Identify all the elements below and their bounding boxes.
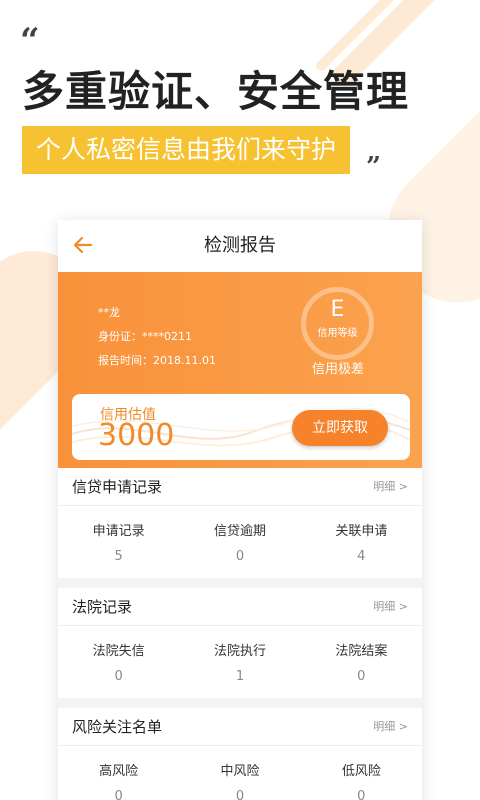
section-title: 信贷申请记录	[72, 478, 163, 496]
section-court-records: 法院记录 明细 > 法院失信 0 法院执行 1 法院结案 0	[58, 588, 422, 698]
stat-label: 中风险	[220, 764, 260, 779]
credit-grade-badge: E 信用等级	[301, 287, 374, 360]
promo-subline: 个人私密信息由我们来守护	[22, 126, 351, 174]
user-name: **龙	[98, 306, 120, 319]
stat-item: 中风险 0	[179, 746, 300, 800]
stat-value: 4	[357, 549, 366, 564]
stat-value: 0	[357, 789, 366, 800]
report-summary: **龙 身份证：****0211 报告时间：2018.11.01 E 信用等级 …	[58, 272, 422, 468]
section-divider	[58, 698, 422, 708]
credit-grade-label: 信用等级	[317, 328, 358, 339]
page-title: 检测报告	[204, 235, 276, 256]
open-quote-mark: “	[20, 21, 40, 61]
credit-grade-description: 信用极差	[311, 362, 364, 377]
stat-label: 低风险	[341, 764, 381, 779]
stat-value: 0	[235, 549, 245, 564]
stat-value: 0	[235, 789, 245, 800]
get-now-button[interactable]: 立即获取	[292, 410, 388, 446]
section-credit-applications: 信贷申请记录 明细 > 申请记录 5 信贷逾期 0 关联申请 4	[58, 468, 422, 578]
close-quote-mark: ”	[366, 152, 381, 182]
stat-label: 法院执行	[213, 644, 266, 659]
report-screen: 检测报告 **龙 身份证：****0211 报告时间：2018.11.01 E …	[58, 220, 422, 800]
stat-item: 法院结案 0	[301, 626, 422, 698]
stat-item: 信贷逾期 0	[179, 506, 300, 578]
stat-value: 0	[357, 669, 366, 684]
stat-value: 0	[114, 669, 123, 684]
stat-item: 关联申请 4	[301, 506, 422, 578]
stat-label: 关联申请	[335, 524, 388, 539]
credit-value-number: 3000	[98, 418, 175, 453]
stat-label: 高风险	[99, 764, 139, 779]
user-id-number: 身份证：****0211	[98, 330, 192, 343]
stats-row: 申请记录 5 信贷逾期 0 关联申请 4	[58, 506, 422, 578]
stats-row: 高风险 0 中风险 0 低风险 0	[58, 746, 422, 800]
section-header: 信贷申请记录 明细 >	[58, 468, 422, 506]
nav-bar: 检测报告	[58, 220, 422, 272]
stat-item: 法院失信 0	[58, 626, 179, 698]
section-title: 法院记录	[72, 598, 133, 616]
stat-value: 1	[235, 669, 245, 684]
stat-label: 申请记录	[92, 524, 145, 539]
stat-item: 法院执行 1	[179, 626, 300, 698]
credit-value-card: 信用估值 3000 立即获取	[72, 394, 410, 460]
stat-label: 信贷逾期	[213, 524, 266, 539]
stats-row: 法院失信 0 法院执行 1 法院结案 0	[58, 626, 422, 698]
details-link[interactable]: 明细 >	[373, 468, 408, 506]
stat-item: 低风险 0	[301, 746, 422, 800]
stat-value: 5	[114, 549, 123, 564]
stat-label: 法院结案	[335, 644, 388, 659]
section-divider	[58, 578, 422, 588]
section-header: 法院记录 明细 >	[58, 588, 422, 626]
credit-grade-letter: E	[330, 297, 345, 322]
stat-item: 申请记录 5	[58, 506, 179, 578]
stat-value: 0	[114, 789, 123, 800]
section-header: 风险关注名单 明细 >	[58, 708, 422, 746]
details-link[interactable]: 明细 >	[373, 708, 408, 746]
section-title: 风险关注名单	[72, 718, 163, 736]
stat-item: 高风险 0	[58, 746, 179, 800]
stat-label: 法院失信	[92, 644, 145, 659]
details-link[interactable]: 明细 >	[373, 588, 408, 626]
report-time: 报告时间：2018.11.01	[98, 354, 216, 367]
promo-headline: 多重验证、安全管理	[22, 67, 410, 116]
section-risk-watchlist: 风险关注名单 明细 > 高风险 0 中风险 0 低风险 0	[58, 708, 422, 800]
